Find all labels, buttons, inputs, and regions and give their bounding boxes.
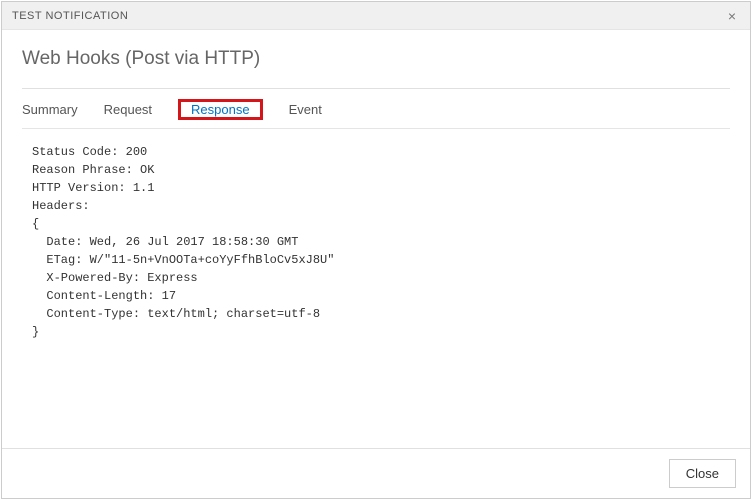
- highlight-box: Response: [178, 99, 263, 120]
- close-button[interactable]: Close: [669, 459, 736, 488]
- dialog: TEST NOTIFICATION × Web Hooks (Post via …: [1, 1, 751, 499]
- tab-bar: Summary Request Response Event: [22, 89, 730, 129]
- close-icon[interactable]: ×: [722, 9, 742, 23]
- tab-event[interactable]: Event: [289, 102, 322, 117]
- response-body: Status Code: 200 Reason Phrase: OK HTTP …: [22, 129, 730, 438]
- tab-summary[interactable]: Summary: [22, 102, 78, 117]
- page-title: Web Hooks (Post via HTTP): [22, 48, 730, 70]
- dialog-content: Web Hooks (Post via HTTP) Summary Reques…: [2, 30, 750, 448]
- titlebar: TEST NOTIFICATION ×: [2, 2, 750, 30]
- dialog-title: TEST NOTIFICATION: [12, 10, 128, 22]
- tab-response[interactable]: Response: [181, 98, 260, 121]
- dialog-footer: Close: [2, 448, 750, 498]
- tab-request[interactable]: Request: [104, 102, 152, 117]
